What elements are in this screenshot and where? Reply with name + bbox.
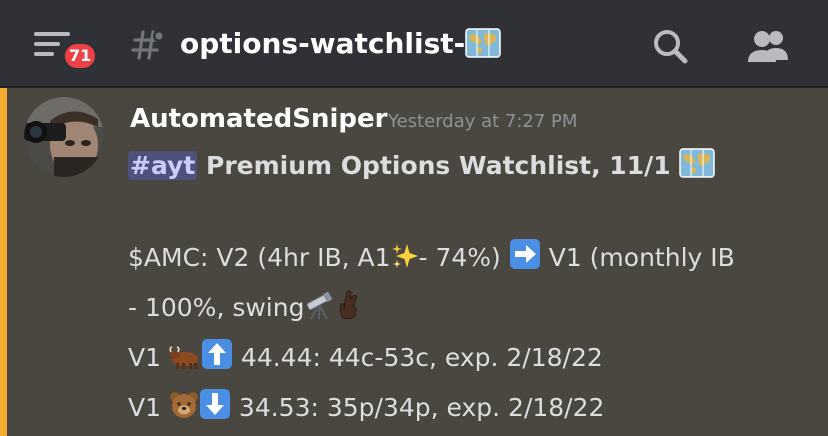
amc-text-d: - 100%, swing xyxy=(128,293,305,322)
amc-line: $AMC: V2 (4hr IB, A1 - 74%) V1 (monthly I… xyxy=(128,238,735,278)
world-map-emoji xyxy=(465,27,502,58)
fingers-crossed-emoji xyxy=(334,288,364,320)
hashtag-icon xyxy=(131,30,165,60)
amc-text-b: - 74%) xyxy=(418,243,501,272)
bear-face-emoji xyxy=(169,390,199,420)
amc-text-c: V1 (monthly IB xyxy=(548,243,735,272)
message-title-line: #ayt Premium Options Watchlist, 11/1 xyxy=(128,146,716,186)
amc-text-a: $AMC: V2 (4hr IB, A1 xyxy=(128,243,391,272)
ox-emoji xyxy=(169,344,201,370)
bear-text: 34.53: 35p/34p, exp. 2/18/22 xyxy=(238,393,605,422)
channel-name: options-watchlist- xyxy=(180,27,466,60)
sparkles-emoji xyxy=(391,242,419,270)
author-username[interactable]: AutomatedSniper xyxy=(130,102,387,136)
bull-line: V1 44.44: 44c-53c, exp. 2/18/22 xyxy=(128,338,603,378)
avatar[interactable] xyxy=(24,97,104,177)
message-title: Premium Options Watchlist, 11/1 xyxy=(206,151,671,180)
mention-highlight-bar xyxy=(0,88,7,436)
world-map-emoji xyxy=(679,148,716,178)
unread-count-badge: 71 xyxy=(62,41,99,71)
telescope-emoji xyxy=(304,290,334,320)
message-timestamp: Yesterday at 7:27 PM xyxy=(388,111,578,132)
bull-prefix: V1 xyxy=(128,343,162,372)
down-arrow-emoji xyxy=(199,388,231,420)
up-arrow-emoji xyxy=(201,338,233,370)
message-item: AutomatedSniper Yesterday at 7:27 PM #ay… xyxy=(0,88,828,436)
channel-mention-link[interactable]: #ayt xyxy=(128,151,198,180)
bull-text: 44.44: 44c-53c, exp. 2/18/22 xyxy=(240,343,603,372)
search-icon[interactable] xyxy=(650,26,690,66)
right-arrow-emoji xyxy=(509,238,541,270)
bear-line: V1 34.53: 35p/34p, exp. 2/18/22 xyxy=(128,388,604,428)
hamburger-menu-icon[interactable]: 71 xyxy=(34,28,99,72)
members-icon[interactable] xyxy=(744,26,792,66)
amc-line-continued: - 100%, swing xyxy=(128,288,364,328)
channel-title: options-watchlist- xyxy=(180,22,502,66)
channel-header: 71 options-watchlist- xyxy=(0,0,828,88)
bear-prefix: V1 xyxy=(128,393,162,422)
